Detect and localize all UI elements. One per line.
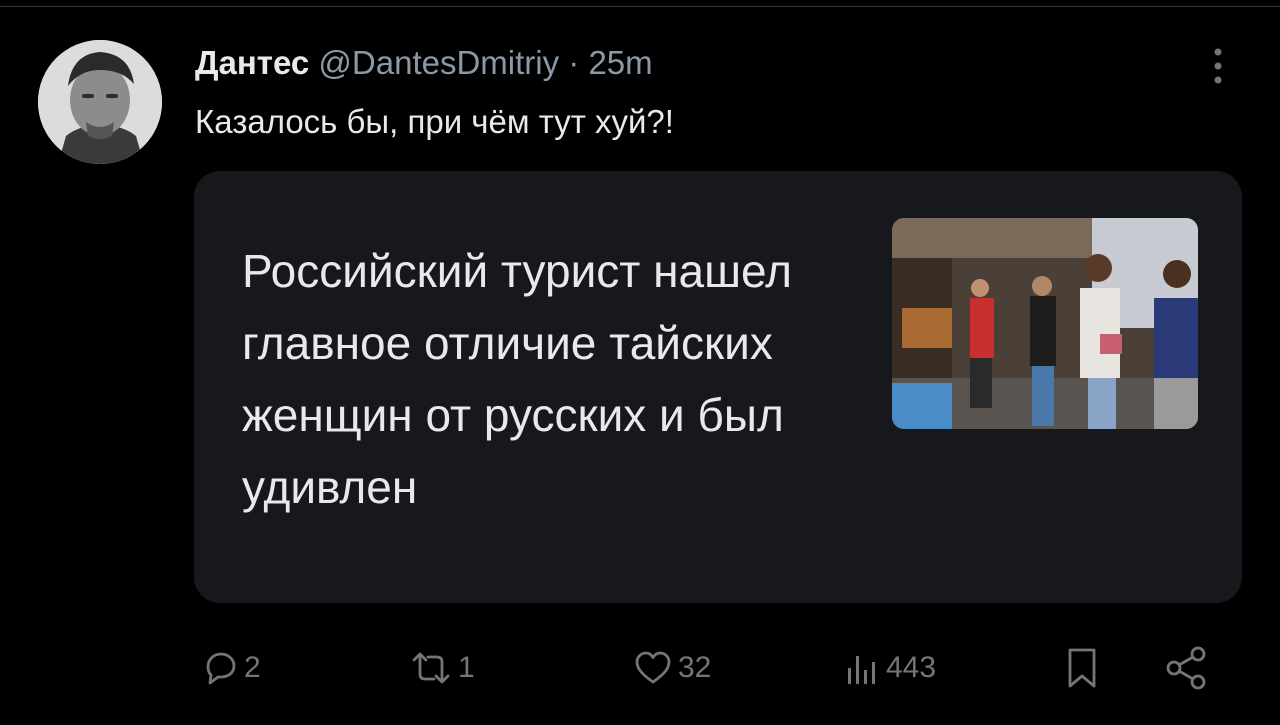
card-title: Российский турист нашел главное отличие …	[242, 245, 792, 513]
avatar-image	[38, 40, 162, 164]
thumbnail-image	[892, 218, 1198, 429]
reply-count: 2	[244, 651, 261, 684]
view-count: 443	[886, 651, 937, 684]
tweet-text: Казалось бы, при чём тут хуй?!	[195, 103, 674, 140]
more-vertical-icon	[1214, 48, 1222, 84]
tweet-header: Дантес @DantesDmitriy · 25m	[195, 41, 653, 85]
bar-chart-icon	[848, 656, 875, 684]
heart-icon	[635, 651, 671, 684]
reply-button[interactable]: 2	[200, 640, 261, 696]
author-name[interactable]: Дантес	[195, 44, 309, 81]
timestamp[interactable]: 25m	[588, 44, 652, 81]
repost-arrows-icon	[412, 652, 450, 684]
avatar[interactable]	[38, 40, 162, 164]
reply-bubble-icon	[206, 652, 236, 685]
repost-button[interactable]: 1	[408, 640, 475, 696]
divider	[0, 6, 1280, 7]
share-icon	[1166, 646, 1206, 690]
bookmark-button[interactable]	[1062, 640, 1102, 696]
separator-dot: ·	[568, 44, 580, 81]
repost-count: 1	[458, 651, 475, 684]
views-button[interactable]: 443	[842, 640, 936, 696]
like-button[interactable]: 32	[632, 640, 711, 696]
action-bar: 2 1 32 443	[0, 640, 1280, 696]
link-card[interactable]: Российский турист нашел главное отличие …	[194, 171, 1242, 603]
more-options-button[interactable]	[1206, 46, 1230, 86]
bookmark-icon	[1068, 648, 1096, 688]
author-handle[interactable]: @DantesDmitriy	[318, 44, 559, 81]
share-button[interactable]	[1162, 640, 1212, 696]
card-thumbnail	[892, 218, 1198, 429]
tweet[interactable]: Дантес @DantesDmitriy · 25m Казалось бы,…	[0, 0, 1280, 725]
like-count: 32	[678, 651, 712, 684]
